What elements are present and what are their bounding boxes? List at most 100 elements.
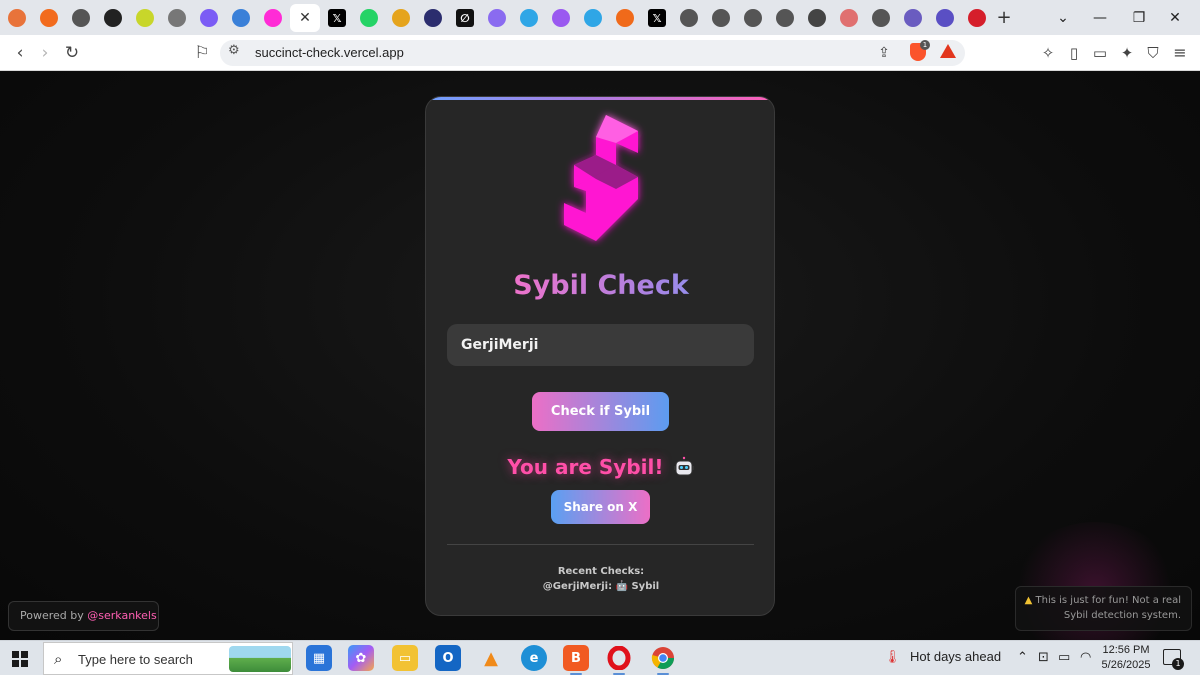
edge-icon[interactable]: e bbox=[521, 645, 547, 671]
result-message: You are Sybil! bbox=[426, 455, 774, 479]
site-info-icon[interactable]: ⚙ bbox=[228, 43, 240, 58]
opera-icon[interactable] bbox=[606, 645, 632, 675]
wallet-icon[interactable]: ▭ bbox=[1088, 41, 1112, 65]
succinct-logo bbox=[564, 115, 638, 241]
flower-icon bbox=[552, 9, 570, 27]
browser-tab[interactable] bbox=[514, 4, 544, 32]
restore-button[interactable]: ❐ bbox=[1124, 6, 1154, 30]
close-icon[interactable]: ✕ bbox=[299, 10, 311, 26]
author-link[interactable]: @serkankels bbox=[87, 609, 156, 622]
ring-icon bbox=[936, 9, 954, 27]
browser-tab[interactable] bbox=[930, 4, 960, 32]
taskbar: ⌕ Type here to search ▦ ✿ ▭ O ▲ e B 🌡 Ho… bbox=[0, 640, 1200, 675]
shield-icon bbox=[840, 9, 858, 27]
browser-tab[interactable]: ✕ bbox=[290, 4, 320, 32]
weather-text[interactable]: Hot days ahead bbox=[910, 649, 1001, 664]
browser-tab[interactable] bbox=[418, 4, 448, 32]
browser-tab[interactable] bbox=[34, 4, 64, 32]
copilot-icon[interactable]: ✿ bbox=[348, 645, 374, 671]
gear-ring-icon bbox=[808, 9, 826, 27]
orange-circle-icon bbox=[40, 9, 58, 27]
share-page-icon[interactable]: ⇪ bbox=[872, 41, 896, 65]
browser-tab[interactable]: 𝕏 bbox=[642, 4, 672, 32]
browser-tab[interactable] bbox=[194, 4, 224, 32]
extensions-icon[interactable]: ✧ bbox=[1036, 41, 1060, 65]
back-button[interactable]: ‹ bbox=[8, 41, 32, 65]
browser-tab[interactable] bbox=[866, 4, 896, 32]
d-icon bbox=[968, 9, 986, 27]
chrome-icon[interactable] bbox=[650, 645, 676, 675]
bookmark-icon[interactable]: ⚐ bbox=[190, 41, 214, 65]
new-tab-button[interactable]: + bbox=[992, 6, 1016, 30]
username-input[interactable] bbox=[447, 324, 754, 366]
browser-tab[interactable] bbox=[130, 4, 160, 32]
brave-rewards-icon[interactable] bbox=[940, 44, 956, 58]
browser-tab[interactable] bbox=[354, 4, 384, 32]
powered-by-badge: Powered by @serkankels bbox=[8, 601, 159, 631]
browser-tab[interactable] bbox=[802, 4, 832, 32]
browser-tab[interactable] bbox=[2, 4, 32, 32]
browser-tab[interactable] bbox=[674, 4, 704, 32]
leo-ai-icon[interactable]: ✦ bbox=[1115, 41, 1139, 65]
url-text[interactable]: succinct-check.vercel.app bbox=[255, 45, 404, 60]
powered-by-label: Powered by bbox=[20, 609, 88, 622]
browser-tab[interactable] bbox=[98, 4, 128, 32]
ring-icon bbox=[168, 9, 186, 27]
taskbar-search[interactable]: ⌕ Type here to search bbox=[43, 642, 293, 675]
browser-tab[interactable] bbox=[226, 4, 256, 32]
clock-date: 5/26/2025 bbox=[1101, 659, 1151, 671]
page-content: Sybil Check Check if Sybil You are Sybil… bbox=[0, 72, 1200, 640]
file-explorer-icon[interactable]: ▭ bbox=[392, 645, 418, 671]
menu-icon[interactable]: ≡ bbox=[1168, 41, 1192, 65]
browser-tab[interactable] bbox=[386, 4, 416, 32]
recent-checks-title: Recent Checks: bbox=[557, 566, 645, 577]
disclaimer-text: This is just for fun! Not a real Sybil d… bbox=[1035, 595, 1181, 621]
l-icon bbox=[520, 9, 538, 27]
sidebar-icon[interactable]: ▯ bbox=[1062, 41, 1086, 65]
card-accent-line bbox=[426, 97, 774, 100]
outlook-icon[interactable]: O bbox=[435, 645, 461, 671]
browser-tab[interactable] bbox=[162, 4, 192, 32]
search-placeholder: Type here to search bbox=[78, 652, 193, 667]
clock[interactable]: 12:56 PM 5/26/2025 bbox=[1098, 643, 1154, 673]
vlc-icon[interactable]: ▲ bbox=[478, 645, 504, 671]
meet-icon[interactable]: ⊡ bbox=[1038, 650, 1049, 665]
browser-tab[interactable] bbox=[898, 4, 928, 32]
battery-icon[interactable]: ▭ bbox=[1058, 650, 1070, 665]
forward-button[interactable]: › bbox=[33, 41, 57, 65]
store-icon[interactable]: ▦ bbox=[306, 645, 332, 671]
windows-start-icon[interactable] bbox=[12, 651, 28, 667]
browser-tab[interactable] bbox=[834, 4, 864, 32]
browser-tab[interactable] bbox=[706, 4, 736, 32]
search-icon: ⌕ bbox=[54, 650, 63, 668]
address-bar[interactable]: ⚙ succinct-check.vercel.app ⇪ bbox=[220, 40, 965, 66]
warning-icon: ▲ bbox=[1024, 595, 1033, 606]
minimize-button[interactable]: — bbox=[1085, 6, 1115, 30]
slash-icon: ∅ bbox=[456, 9, 474, 27]
check-sybil-button[interactable]: Check if Sybil bbox=[532, 392, 669, 431]
tray-chevron-icon[interactable]: ⌃ bbox=[1017, 650, 1028, 665]
browser-tab[interactable] bbox=[738, 4, 768, 32]
sybil-check-card: Sybil Check Check if Sybil You are Sybil… bbox=[425, 96, 775, 616]
browser-tab[interactable] bbox=[66, 4, 96, 32]
vpn-icon[interactable]: ⛉ bbox=[1141, 41, 1165, 65]
share-on-x-button[interactable]: Share on X bbox=[551, 490, 650, 524]
brave-icon[interactable]: B bbox=[563, 645, 589, 675]
wifi-icon[interactable]: ◠ bbox=[1080, 650, 1091, 665]
browser-tab[interactable] bbox=[546, 4, 576, 32]
browser-tab[interactable]: 𝕏 bbox=[322, 4, 352, 32]
thermometer-icon: 🌡 bbox=[884, 650, 901, 665]
browser-tab[interactable] bbox=[770, 4, 800, 32]
tab-search-chevron-icon[interactable]: ⌄ bbox=[1048, 6, 1078, 30]
browser-tab[interactable] bbox=[258, 4, 288, 32]
browser-tab[interactable] bbox=[962, 4, 992, 32]
notification-count: 1 bbox=[1172, 658, 1184, 670]
ring-icon bbox=[872, 9, 890, 27]
browser-tab[interactable] bbox=[482, 4, 512, 32]
search-highlight-image bbox=[229, 646, 291, 672]
reload-button[interactable]: ↻ bbox=[60, 41, 84, 65]
browser-tab[interactable] bbox=[610, 4, 640, 32]
browser-tab[interactable] bbox=[578, 4, 608, 32]
close-window-button[interactable]: ✕ bbox=[1160, 6, 1190, 30]
browser-tab[interactable]: ∅ bbox=[450, 4, 480, 32]
